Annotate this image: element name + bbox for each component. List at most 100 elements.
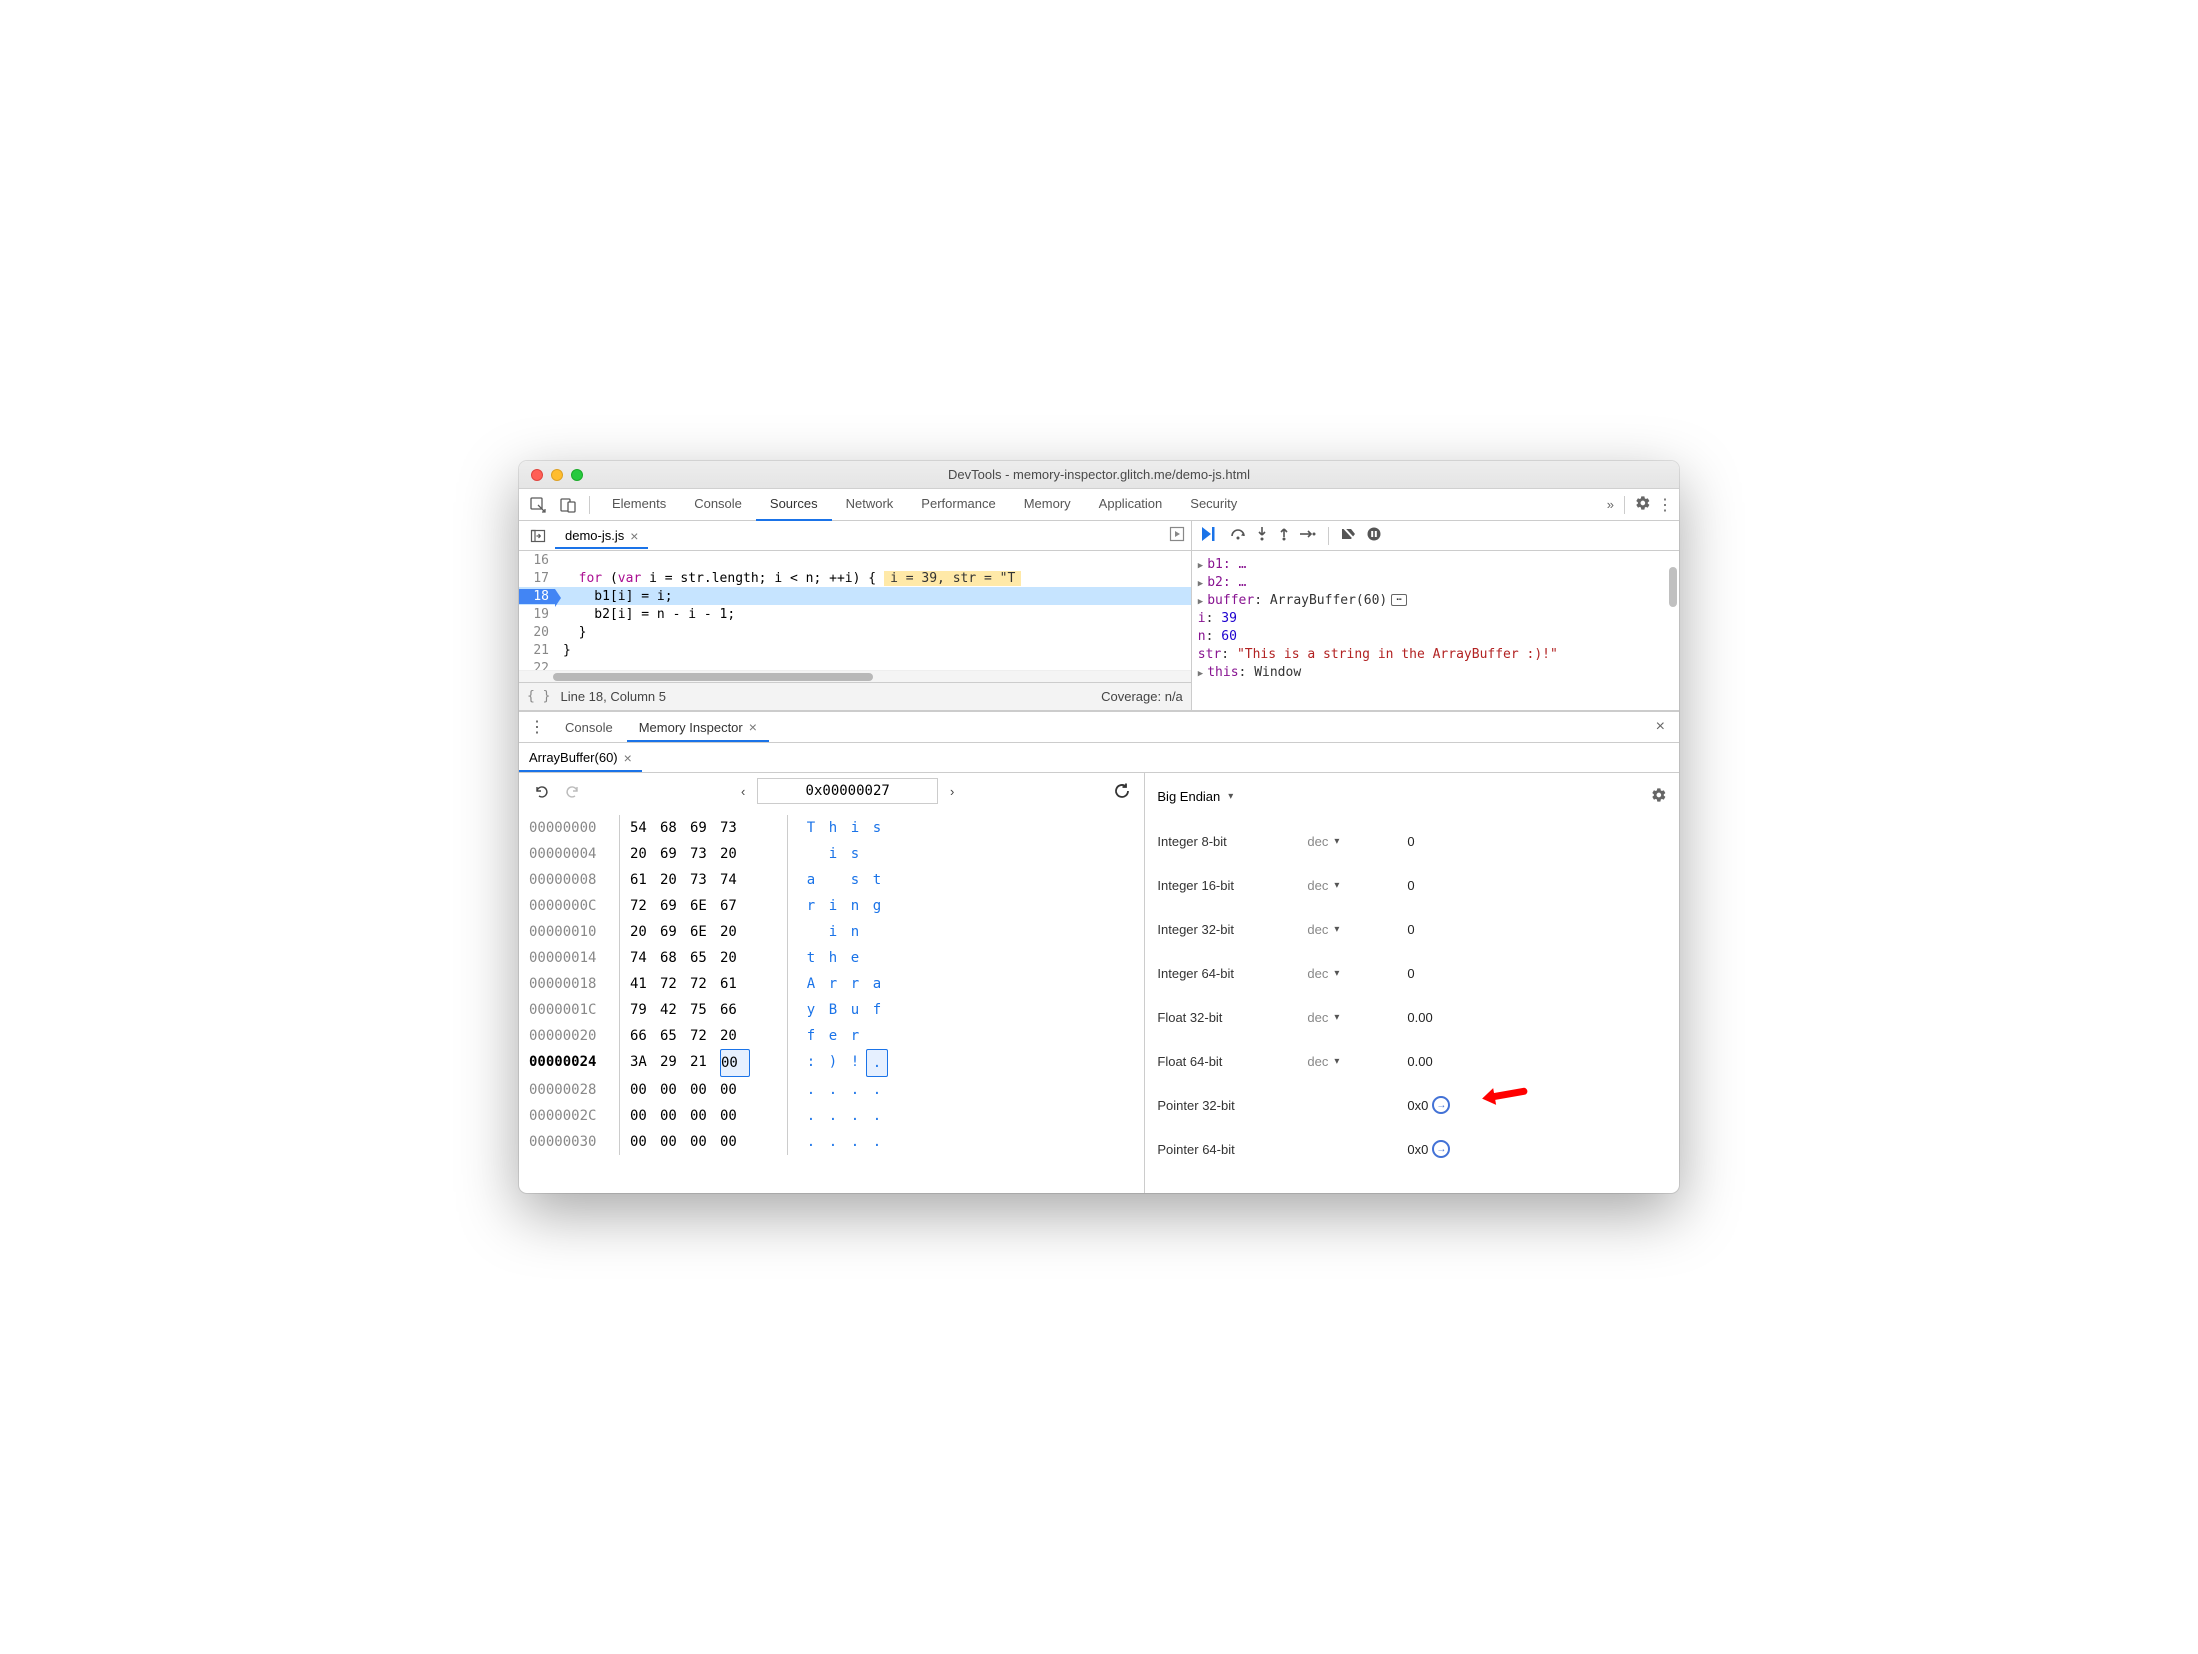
hex-byte[interactable]: 69 [660,841,690,867]
hex-ascii-char[interactable]: . [866,1129,888,1155]
hex-row[interactable]: 0000002066657220fer [529,1023,1134,1049]
hex-byte[interactable]: 00 [720,1049,750,1077]
hex-row[interactable]: 0000001C79427566yBuf [529,997,1134,1023]
scope-variables[interactable]: b1: … b2: … buffer: ArrayBuffer(60)⋯ i: … [1192,551,1679,710]
hex-ascii-char[interactable]: r [844,971,866,997]
hex-row[interactable]: 0000002C00000000.... [529,1103,1134,1129]
hex-byte[interactable]: 69 [660,893,690,919]
hex-byte[interactable]: 21 [690,1049,720,1077]
hex-row[interactable]: 0000000420697320 is [529,841,1134,867]
hex-byte[interactable]: 20 [720,945,750,971]
hex-byte[interactable]: 73 [690,867,720,893]
interpreter-settings-icon[interactable] [1651,787,1667,806]
hex-ascii-char[interactable]: r [800,893,822,919]
reveal-in-memory-icon[interactable]: ⋯ [1391,594,1407,606]
hex-ascii-char[interactable] [866,945,888,971]
close-icon[interactable]: × [624,750,632,766]
hex-row[interactable]: 0000000054686973This [529,815,1134,841]
hex-ascii-char[interactable]: . [866,1077,888,1103]
hex-byte[interactable]: 69 [690,815,720,841]
hex-byte[interactable]: 6E [690,893,720,919]
hex-ascii-char[interactable]: ) [822,1049,844,1077]
hex-byte[interactable]: 41 [630,971,660,997]
hex-byte[interactable]: 73 [690,841,720,867]
prev-page-icon[interactable]: ‹ [731,779,755,803]
jump-to-address-icon[interactable]: → [1432,1096,1450,1114]
refresh-icon[interactable] [1110,779,1134,803]
hex-ascii-char[interactable]: t [866,867,888,893]
more-tabs-chevron[interactable]: » [1607,497,1614,512]
hex-ascii-char[interactable]: A [800,971,822,997]
jump-to-address-icon[interactable]: → [1432,1140,1450,1158]
panel-tab-performance[interactable]: Performance [907,489,1009,521]
hex-ascii-char[interactable]: h [822,815,844,841]
step-icon[interactable] [1300,528,1316,543]
step-out-icon[interactable] [1278,527,1290,544]
hex-ascii-char[interactable] [866,1023,888,1049]
hex-byte[interactable]: 61 [720,971,750,997]
step-over-icon[interactable] [1230,527,1246,544]
address-input[interactable] [757,778,938,804]
hex-ascii-char[interactable]: a [866,971,888,997]
vertical-scrollbar[interactable] [1669,567,1677,607]
hex-ascii-char[interactable]: e [822,1023,844,1049]
hex-byte[interactable]: 72 [690,1023,720,1049]
panel-tab-console[interactable]: Console [680,489,756,521]
hex-ascii-char[interactable]: i [822,919,844,945]
hex-row[interactable]: 0000003000000000.... [529,1129,1134,1155]
hex-byte[interactable]: 75 [690,997,720,1023]
kebab-menu-icon[interactable]: ⋮ [1657,495,1673,515]
hex-ascii-char[interactable]: i [844,815,866,841]
hex-byte[interactable]: 65 [690,945,720,971]
drawer-close-icon[interactable]: × [1646,718,1675,736]
horizontal-scrollbar[interactable] [519,670,1191,682]
close-icon[interactable]: × [749,719,757,735]
hex-ascii-char[interactable]: . [866,1103,888,1129]
deactivate-breakpoints-icon[interactable] [1341,527,1357,544]
hex-byte[interactable]: 68 [660,815,690,841]
format-select[interactable]: dec [1307,878,1328,893]
hex-ascii-char[interactable]: . [822,1077,844,1103]
resume-icon[interactable] [1202,527,1220,544]
hex-byte[interactable]: 00 [660,1129,690,1155]
hex-ascii-char[interactable]: r [844,1023,866,1049]
hex-ascii-char[interactable]: y [800,997,822,1023]
hex-byte[interactable]: 66 [720,997,750,1023]
step-into-icon[interactable] [1256,527,1268,544]
scope-item[interactable]: b2: … [1207,575,1246,590]
hex-byte[interactable]: 00 [690,1103,720,1129]
hex-byte[interactable]: 72 [690,971,720,997]
hex-byte[interactable]: 72 [630,893,660,919]
hex-ascii-char[interactable]: ! [844,1049,866,1077]
drawer-menu-icon[interactable]: ⋮ [523,717,551,737]
device-toolbar-icon[interactable] [555,492,581,518]
hex-byte[interactable]: 68 [660,945,690,971]
hex-byte[interactable]: 20 [630,841,660,867]
hex-ascii-char[interactable]: : [800,1049,822,1077]
hex-ascii-char[interactable]: f [866,997,888,1023]
hex-byte[interactable]: 20 [720,919,750,945]
inspect-element-icon[interactable] [525,492,551,518]
hex-byte[interactable]: 20 [720,1023,750,1049]
scope-item[interactable]: this [1207,665,1238,680]
hex-ascii-char[interactable]: s [844,841,866,867]
hex-byte[interactable]: 74 [720,867,750,893]
hex-row[interactable]: 0000000861207374a st [529,867,1134,893]
hex-ascii-char[interactable]: g [866,893,888,919]
window-minimize-button[interactable] [551,469,563,481]
hex-ascii-char[interactable]: . [822,1129,844,1155]
hex-ascii-char[interactable]: s [866,815,888,841]
hex-byte[interactable]: 42 [660,997,690,1023]
hex-ascii-char[interactable]: . [822,1103,844,1129]
hex-byte[interactable]: 20 [720,841,750,867]
hex-byte[interactable]: 00 [720,1103,750,1129]
hex-byte[interactable]: 54 [630,815,660,841]
hex-byte[interactable]: 65 [660,1023,690,1049]
scope-item[interactable]: buffer [1207,593,1254,608]
hex-ascii-char[interactable]: . [800,1129,822,1155]
hex-byte[interactable]: 66 [630,1023,660,1049]
hex-byte[interactable]: 00 [690,1077,720,1103]
redo-icon[interactable] [561,779,585,803]
undo-icon[interactable] [529,779,553,803]
window-maximize-button[interactable] [571,469,583,481]
